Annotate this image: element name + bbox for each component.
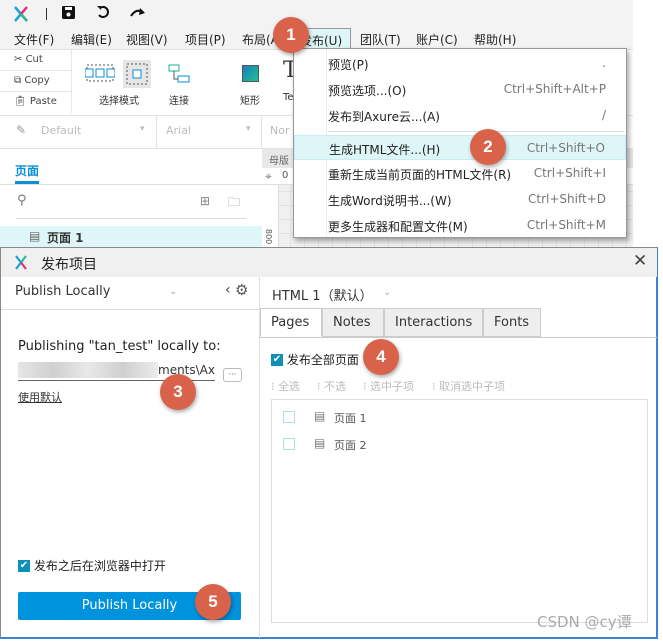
save-icon[interactable] bbox=[62, 6, 75, 19]
tab-fonts[interactable]: Fonts bbox=[483, 308, 541, 337]
connect-label: 连接 bbox=[169, 96, 189, 107]
close-icon[interactable]: ✕ bbox=[633, 251, 647, 271]
chevron-down-icon: ▾ bbox=[140, 124, 145, 134]
tab-notes[interactable]: Notes bbox=[322, 308, 384, 337]
weight-select[interactable]: Nor bbox=[270, 124, 289, 137]
page-icon: ▤ bbox=[314, 409, 326, 423]
menu-file[interactable]: 文件(F) bbox=[14, 31, 54, 48]
step-badge: 1 bbox=[273, 17, 309, 53]
step-badge: 4 bbox=[363, 339, 399, 375]
page-checkbox[interactable] bbox=[283, 438, 295, 450]
paste-button[interactable]: 📋︎ Paste bbox=[0, 92, 72, 113]
open-after-checkbox[interactable]: ✔ 发布之后在浏览器中打开 bbox=[18, 557, 166, 574]
menu-item-generate-word[interactable]: 生成Word说明书...(W) Ctrl+Shift+D bbox=[294, 187, 626, 212]
publish-menu-dropdown: 预览(P). 预览选项...(O) Ctrl+Shift+Alt+P 发布到Axu… bbox=[293, 48, 627, 238]
step-badge: 3 bbox=[160, 374, 196, 410]
menu-account[interactable]: 账户(C) bbox=[416, 31, 458, 48]
page-icon: ▤ bbox=[29, 229, 41, 243]
menu-project[interactable]: 项目(P) bbox=[185, 31, 226, 48]
tab-pages[interactable]: Pages bbox=[260, 308, 322, 337]
pages-panel: 页面 ⚲ ⊞ 🗀︎ ▤ 页面 1 bbox=[0, 149, 262, 247]
publish-all-checkbox[interactable]: ✔ 发布全部页面 bbox=[271, 351, 359, 368]
menu-item-more-generators[interactable]: 更多生成器和配置文件(M) Ctrl+Shift+M bbox=[294, 213, 626, 238]
chevron-down-icon: ▾ bbox=[246, 124, 251, 134]
list-item[interactable]: ▤ 页面 1 bbox=[272, 406, 647, 428]
axure-logo-icon bbox=[15, 255, 27, 270]
tab-pages[interactable]: 页面 bbox=[15, 162, 39, 179]
cut-button[interactable]: ✂ Cut bbox=[0, 50, 72, 71]
menu-team[interactable]: 团队(T) bbox=[360, 31, 401, 48]
select-contain-icon bbox=[126, 63, 148, 85]
text-label: Te bbox=[283, 92, 294, 103]
menu-item-generate-html[interactable]: 生成HTML文件...(H) Ctrl+Shift+O bbox=[294, 135, 626, 160]
chevron-down-icon[interactable]: ⌄ bbox=[169, 286, 177, 297]
axure-logo-icon bbox=[14, 6, 28, 22]
clipboard-icon: 📋︎ bbox=[14, 96, 30, 107]
menu-bar: 文件(F) 编辑(E) 视图(V) 项目(P) 布局(A) 发布(U) 团队(T… bbox=[0, 28, 633, 50]
publish-target-select[interactable]: Publish Locally bbox=[15, 284, 110, 299]
undo-icon[interactable] bbox=[96, 5, 110, 19]
rectangle-icon[interactable] bbox=[242, 65, 259, 82]
page-list: ▤ 页面 1 ▤ 页面 2 bbox=[271, 399, 648, 623]
menu-item-preview-options[interactable]: 预览选项...(O) Ctrl+Shift+Alt+P bbox=[294, 77, 626, 102]
search-icon[interactable]: ⚲ bbox=[17, 193, 27, 208]
step-badge: 2 bbox=[470, 129, 506, 165]
add-page-icon[interactable]: ⊞ bbox=[200, 194, 210, 208]
copy-button[interactable]: ⧉ Copy bbox=[0, 71, 72, 92]
style-select[interactable]: Default bbox=[41, 124, 81, 137]
use-default-link[interactable]: 使用默认 bbox=[18, 389, 62, 405]
page-item[interactable]: ▤ 页面 1 bbox=[0, 226, 262, 247]
select-mode-label: 选择模式 bbox=[99, 96, 139, 107]
config-select[interactable]: HTML 1（默认） bbox=[272, 285, 373, 304]
menu-help[interactable]: 帮助(H) bbox=[474, 31, 516, 48]
rectangle-label: 矩形 bbox=[240, 96, 260, 107]
publish-dialog: 发布项目 ✕ Publish Locally ⌄ ‹ ⚙ Publishing … bbox=[0, 247, 658, 639]
font-select[interactable]: Arial bbox=[166, 124, 191, 137]
browse-button[interactable]: ··· bbox=[223, 368, 242, 382]
folder-icon[interactable]: 🗀︎ bbox=[228, 193, 240, 214]
menu-item-preview[interactable]: 预览(P). bbox=[294, 51, 626, 76]
chevron-down-icon[interactable]: ⌄ bbox=[383, 287, 391, 298]
watermark: CSDN @cy谭 bbox=[537, 613, 632, 631]
collapse-icon[interactable]: ‹ bbox=[225, 282, 231, 298]
menu-view[interactable]: 视图(V) bbox=[126, 31, 168, 48]
style-edit-icon: ✎ bbox=[16, 123, 27, 137]
menu-item-regenerate-html[interactable]: 重新生成当前页面的HTML文件(R) Ctrl+Shift+I bbox=[294, 161, 626, 186]
publishing-text: Publishing "tan_test" locally to: bbox=[18, 339, 221, 354]
title-bar bbox=[0, 0, 633, 28]
page-icon: ▤ bbox=[314, 436, 326, 450]
select-none-button[interactable]: ⁝ 不选 bbox=[317, 378, 346, 394]
menu-edit[interactable]: 编辑(E) bbox=[71, 31, 112, 48]
page-checkbox[interactable] bbox=[283, 411, 295, 423]
dialog-header: 发布项目 ✕ bbox=[1, 248, 657, 277]
menu-item-publish-cloud[interactable]: 发布到Axure云...(A) / bbox=[294, 103, 626, 128]
dialog-title: 发布项目 bbox=[41, 257, 97, 273]
checkmark-icon: ✔ bbox=[18, 559, 30, 572]
crosshair-icon: ⌖ bbox=[265, 169, 272, 183]
deselect-children-button[interactable]: ⁝ 取消选中子项 bbox=[432, 378, 505, 394]
scissors-icon: ✂ bbox=[14, 54, 26, 65]
divider bbox=[46, 8, 47, 20]
select-all-button[interactable]: ⁝ 全选 bbox=[271, 378, 300, 394]
select-children-button[interactable]: ⁝ 选中子项 bbox=[363, 378, 414, 394]
tab-masters[interactable]: 母版 bbox=[269, 152, 289, 167]
select-intersect-icon[interactable] bbox=[85, 63, 115, 83]
connector-icon[interactable] bbox=[168, 64, 190, 84]
copy-icon: ⧉ bbox=[14, 75, 25, 86]
step-badge: 5 bbox=[195, 584, 231, 620]
gear-icon[interactable]: ⚙ bbox=[235, 281, 248, 299]
blurred-path bbox=[18, 362, 158, 378]
tab-interactions[interactable]: Interactions bbox=[384, 308, 483, 337]
redo-icon[interactable] bbox=[130, 6, 146, 18]
select-contain-button[interactable] bbox=[123, 60, 151, 88]
list-item[interactable]: ▤ 页面 2 bbox=[272, 433, 647, 455]
checkmark-icon: ✔ bbox=[271, 353, 283, 366]
